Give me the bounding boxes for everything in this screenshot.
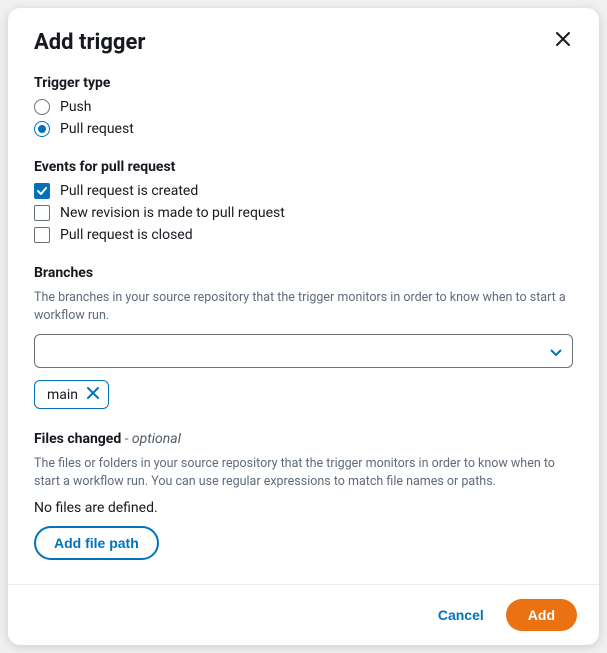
branches-label: Branches: [34, 265, 573, 281]
checkbox-new-revision-label: New revision is made to pull request: [60, 205, 285, 221]
caret-down-icon: [550, 342, 562, 361]
close-icon: [555, 31, 571, 50]
branch-tag-remove[interactable]: [86, 386, 100, 403]
checkbox-pr-created[interactable]: Pull request is created: [34, 183, 573, 199]
trigger-type-label: Trigger type: [34, 75, 573, 91]
add-file-path-button[interactable]: Add file path: [34, 526, 159, 560]
radio-pull-request-label: Pull request: [60, 121, 134, 137]
files-changed-optional: - optional: [125, 431, 181, 447]
events-label: Events for pull request: [34, 159, 573, 175]
add-file-path-label: Add file path: [54, 535, 139, 551]
checkbox-pr-created-label: Pull request is created: [60, 183, 198, 199]
radio-icon-checked: [34, 121, 50, 137]
no-files-text: No files are defined.: [34, 500, 573, 516]
files-changed-label-text: Files changed: [34, 431, 121, 447]
branches-select[interactable]: [34, 334, 573, 368]
radio-push[interactable]: Push: [34, 99, 573, 115]
branch-tag-main: main: [34, 380, 109, 409]
events-section: Events for pull request Pull request is …: [34, 159, 573, 243]
radio-pull-request[interactable]: Pull request: [34, 121, 573, 137]
add-trigger-modal: Add trigger Trigger type Push Pull reque…: [8, 8, 599, 645]
trigger-type-section: Trigger type Push Pull request: [34, 75, 573, 137]
modal-body: Add trigger Trigger type Push Pull reque…: [8, 8, 599, 584]
radio-icon: [34, 99, 50, 115]
checkbox-new-revision[interactable]: New revision is made to pull request: [34, 205, 573, 221]
modal-title: Add trigger: [34, 30, 145, 55]
checkbox-icon: [34, 227, 50, 243]
cancel-label: Cancel: [438, 607, 484, 623]
modal-footer: Cancel Add: [8, 584, 599, 645]
cancel-button[interactable]: Cancel: [438, 607, 484, 623]
branch-tag-label: main: [47, 387, 78, 403]
modal-header: Add trigger: [34, 30, 573, 55]
close-icon: [86, 386, 100, 403]
close-button[interactable]: [553, 30, 573, 50]
files-changed-label: Files changed - optional: [34, 431, 573, 447]
checkbox-pr-closed[interactable]: Pull request is closed: [34, 227, 573, 243]
branches-section: Branches The branches in your source rep…: [34, 265, 573, 409]
add-label: Add: [528, 607, 555, 623]
checkbox-icon-checked: [34, 183, 50, 199]
files-changed-hint: The files or folders in your source repo…: [34, 455, 573, 490]
checkbox-pr-closed-label: Pull request is closed: [60, 227, 193, 243]
radio-push-label: Push: [60, 99, 92, 115]
branches-hint: The branches in your source repository t…: [34, 289, 573, 324]
add-button[interactable]: Add: [506, 599, 577, 631]
files-changed-section: Files changed - optional The files or fo…: [34, 431, 573, 560]
checkbox-icon: [34, 205, 50, 221]
